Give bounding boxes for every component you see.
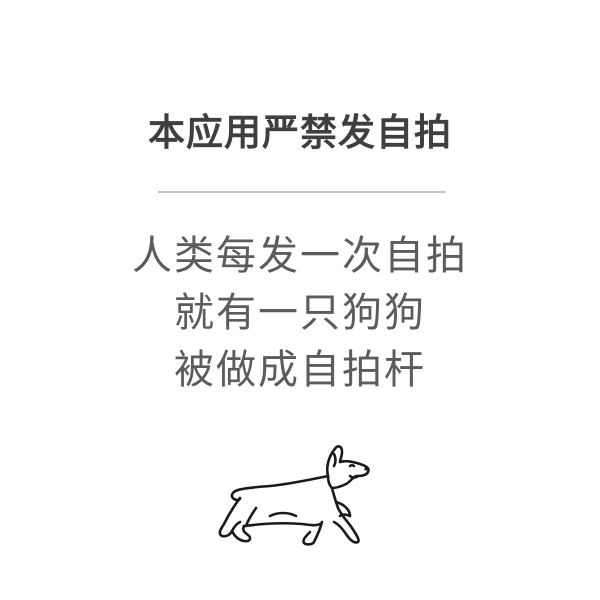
message-line-2: 就有一只狗狗 <box>174 290 426 336</box>
message-line-1: 人类每发一次自拍 <box>132 233 468 279</box>
message-line-3: 被做成自拍杆 <box>174 347 426 393</box>
corgi-dog-icon <box>218 445 370 546</box>
selfie-ban-screen: 本应用严禁发自拍 人类每发一次自拍 就有一只狗狗 被做成自拍杆 <box>0 0 600 600</box>
message-text: 人类每发一次自拍 就有一只狗狗 被做成自拍杆 <box>0 228 600 399</box>
divider <box>158 191 446 193</box>
page-title: 本应用严禁发自拍 <box>148 111 452 154</box>
